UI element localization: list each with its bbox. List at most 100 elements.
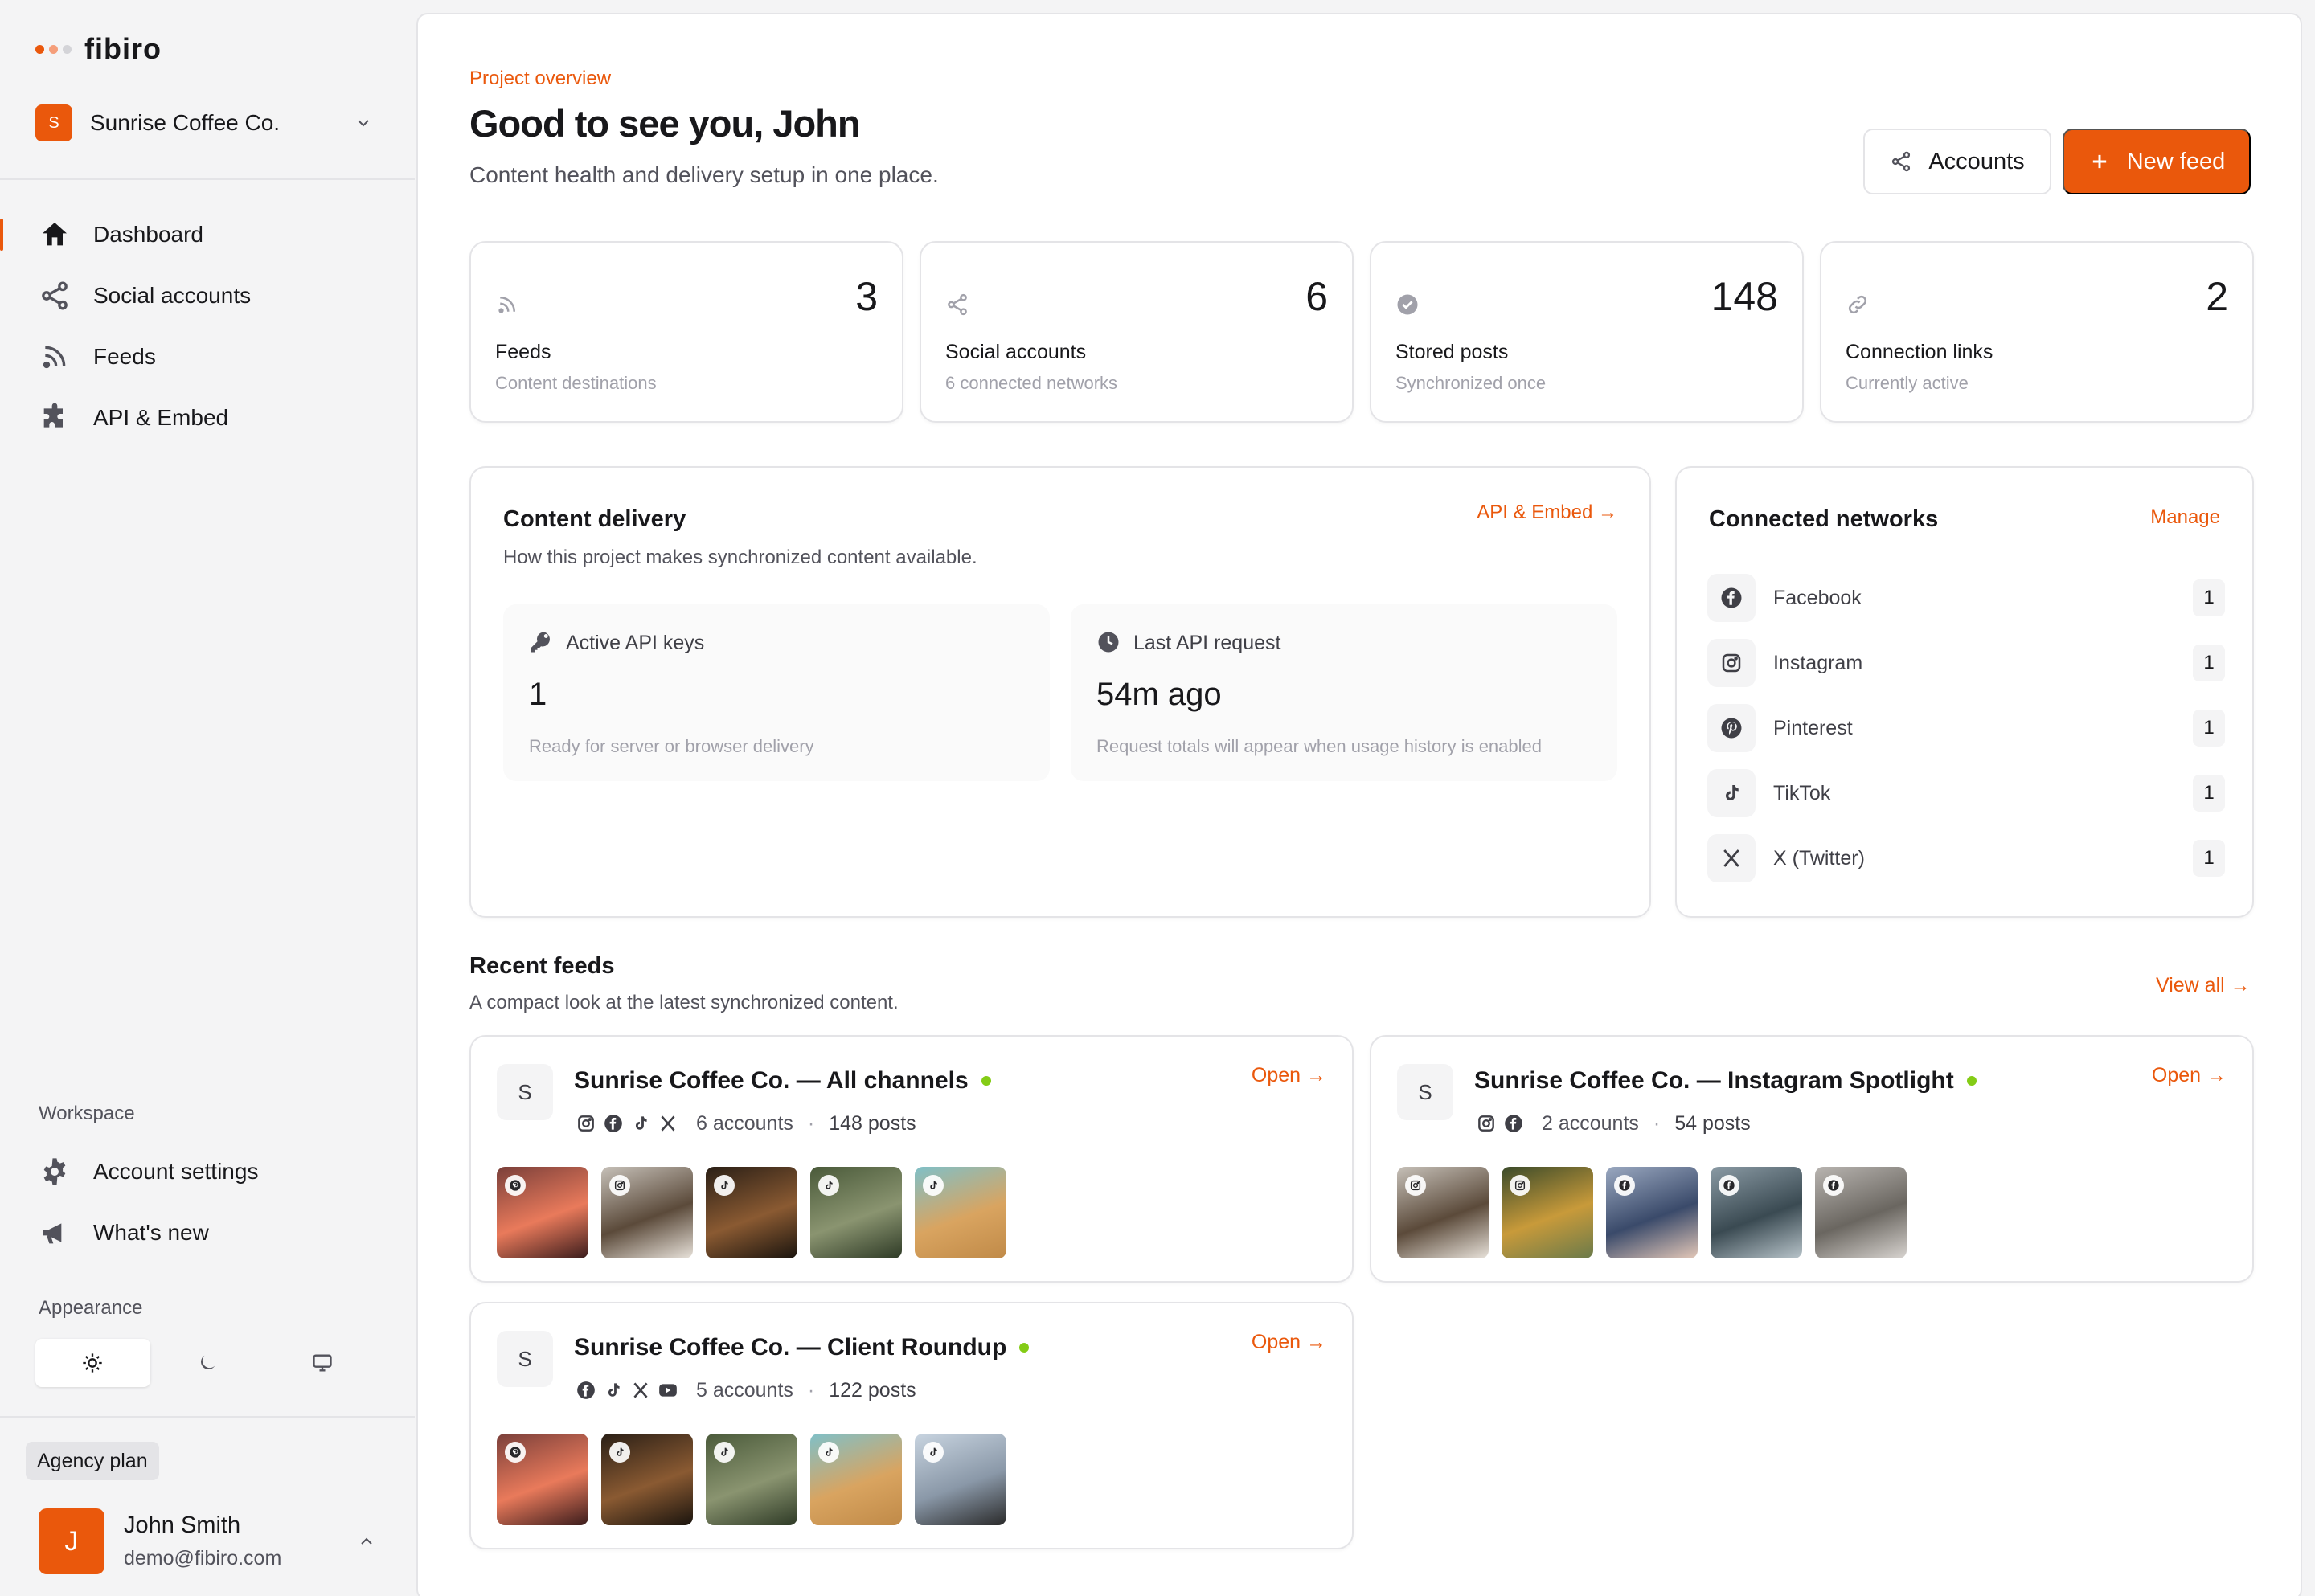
feed-title: Sunrise Coffee Co. — Client Roundup: [574, 1334, 1030, 1361]
instagram-icon: [1405, 1175, 1426, 1196]
tiktok-icon: [629, 1111, 653, 1136]
x-icon: [1723, 849, 1739, 867]
network-name: Pinterest: [1773, 716, 1853, 739]
api-keys-sub: Ready for server or browser delivery: [529, 736, 814, 756]
feed-open-link[interactable]: Open →: [1252, 1331, 1326, 1354]
meta-separator: ·: [807, 1111, 815, 1135]
instagram-icon: [1474, 1111, 1498, 1136]
plus-icon: [2092, 154, 2106, 169]
sidebar-item-account-settings[interactable]: Account settings: [0, 1148, 415, 1196]
manage-link[interactable]: Manage: [2150, 506, 2220, 529]
post-thumbnail[interactable]: [1397, 1167, 1489, 1258]
sidebar-item-dashboard[interactable]: Dashboard: [0, 211, 415, 259]
brand-logo[interactable]: fibiro: [35, 32, 162, 66]
instagram-icon: [1510, 1175, 1530, 1196]
sidebar-item-whats-new[interactable]: What's new: [0, 1209, 415, 1257]
network-count: 1: [2193, 710, 2225, 747]
feed-open-link[interactable]: Open →: [1252, 1064, 1326, 1087]
feed-accounts: 2 accounts: [1542, 1111, 1639, 1135]
facebook-icon: [1823, 1175, 1844, 1196]
post-thumbnail[interactable]: [1815, 1167, 1907, 1258]
stat-card-connection-links[interactable]: 2 Connection links Currently active: [1820, 241, 2254, 423]
network-count: 1: [2193, 645, 2225, 681]
stat-value: 6: [1305, 274, 1328, 319]
page-title: Good to see you, John: [469, 102, 861, 145]
feed-open-link[interactable]: Open →: [2152, 1064, 2227, 1087]
feed-title: Sunrise Coffee Co. — Instagram Spotlight: [1474, 1067, 1977, 1095]
network-count: 1: [2193, 840, 2225, 877]
user-menu[interactable]: J John Smith demo@fibiro.com: [39, 1508, 376, 1575]
post-thumbnail[interactable]: [915, 1434, 1006, 1525]
page-eyebrow: Project overview: [469, 68, 612, 89]
network-row-tiktok[interactable]: TikTok 1: [1707, 767, 2225, 819]
post-thumbnail[interactable]: [915, 1167, 1006, 1258]
feed-card[interactable]: S Sunrise Coffee Co. — Instagram Spotlig…: [1370, 1035, 2254, 1283]
post-thumbnail[interactable]: [810, 1167, 902, 1258]
stat-card-stored-posts[interactable]: 148 Stored posts Synchronized once: [1370, 241, 1804, 423]
tiktok-icon: [818, 1442, 839, 1463]
instagram-icon: [574, 1111, 598, 1136]
post-thumbnail[interactable]: [810, 1434, 902, 1525]
home-icon: [43, 223, 67, 246]
sun-icon: [83, 1353, 102, 1373]
network-row-facebook[interactable]: Facebook 1: [1707, 572, 2225, 624]
rss-icon: [43, 346, 66, 369]
stat-card-social-accounts[interactable]: 6 Social accounts 6 connected networks: [920, 241, 1354, 423]
check-circle-icon: [1397, 294, 1418, 315]
last-request-value: 54m ago: [1096, 677, 1222, 712]
facebook-icon: [1502, 1111, 1526, 1136]
stat-sub: Currently active: [1846, 373, 1969, 393]
theme-system-button[interactable]: [264, 1339, 379, 1387]
network-row-x-twitter[interactable]: X (Twitter) 1: [1707, 833, 2225, 884]
user-name: John Smith: [124, 1512, 241, 1538]
view-all-link[interactable]: View all →: [2156, 974, 2251, 997]
feed-accounts: 6 accounts: [696, 1111, 793, 1135]
project-avatar: S: [35, 104, 72, 141]
sidebar-item-social-accounts[interactable]: Social accounts: [0, 272, 415, 320]
appearance-label: Appearance: [39, 1297, 143, 1319]
new-feed-button[interactable]: New feed: [2063, 129, 2251, 194]
post-thumbnail[interactable]: [1502, 1167, 1593, 1258]
post-thumbnail[interactable]: [601, 1434, 693, 1525]
stat-sub: 6 connected networks: [945, 373, 1118, 393]
feed-title-text: Sunrise Coffee Co. — Client Roundup: [574, 1334, 1007, 1361]
feed-card[interactable]: S Sunrise Coffee Co. — Client Roundup Op…: [469, 1302, 1354, 1549]
post-thumbnail[interactable]: [1711, 1167, 1802, 1258]
feed-avatar: S: [1397, 1064, 1453, 1120]
meta-separator: ·: [1653, 1111, 1661, 1135]
plan-badge: Agency plan: [26, 1442, 159, 1480]
api-embed-link[interactable]: API & Embed →: [1477, 501, 1617, 524]
sidebar-item-label: Social accounts: [93, 283, 252, 308]
meta-separator: ·: [807, 1378, 815, 1402]
theme-light-button[interactable]: [35, 1339, 150, 1387]
user-email: demo@fibiro.com: [124, 1547, 282, 1569]
post-thumbnail[interactable]: [1606, 1167, 1698, 1258]
share-icon: [1892, 151, 1911, 172]
sidebar-item-api-embed[interactable]: API & Embed: [0, 394, 415, 442]
feed-card[interactable]: S Sunrise Coffee Co. — All channels Open…: [469, 1035, 1354, 1283]
post-thumbnail[interactable]: [706, 1434, 797, 1525]
post-thumbnail[interactable]: [706, 1167, 797, 1258]
network-row-instagram[interactable]: Instagram 1: [1707, 637, 2225, 689]
theme-dark-button[interactable]: [150, 1339, 265, 1387]
live-status-dot: [1966, 1076, 1977, 1086]
stat-value: 2: [2206, 274, 2228, 319]
stat-card-feeds[interactable]: 3 Feeds Content destinations: [469, 241, 903, 423]
feed-network-icons: [574, 1378, 680, 1402]
post-thumbnail[interactable]: [497, 1434, 588, 1525]
last-request-sub: Request totals will appear when usage hi…: [1096, 736, 1542, 756]
sidebar-item-feeds[interactable]: Feeds: [0, 333, 415, 381]
network-name: TikTok: [1773, 781, 1831, 804]
post-thumbnail[interactable]: [601, 1167, 693, 1258]
project-switcher[interactable]: S Sunrise Coffee Co.: [35, 104, 373, 141]
network-row-pinterest[interactable]: Pinterest 1: [1707, 702, 2225, 754]
accounts-button[interactable]: Accounts: [1863, 129, 2051, 194]
share-icon: [42, 281, 68, 310]
network-count: 1: [2193, 579, 2225, 616]
post-thumbnail[interactable]: [497, 1167, 588, 1258]
sidebar-item-label: API & Embed: [93, 405, 229, 430]
sidebar-divider: [0, 1416, 415, 1418]
moon-icon: [201, 1355, 215, 1369]
feed-accounts: 5 accounts: [696, 1378, 793, 1402]
accounts-button-label: Accounts: [1928, 148, 2025, 174]
